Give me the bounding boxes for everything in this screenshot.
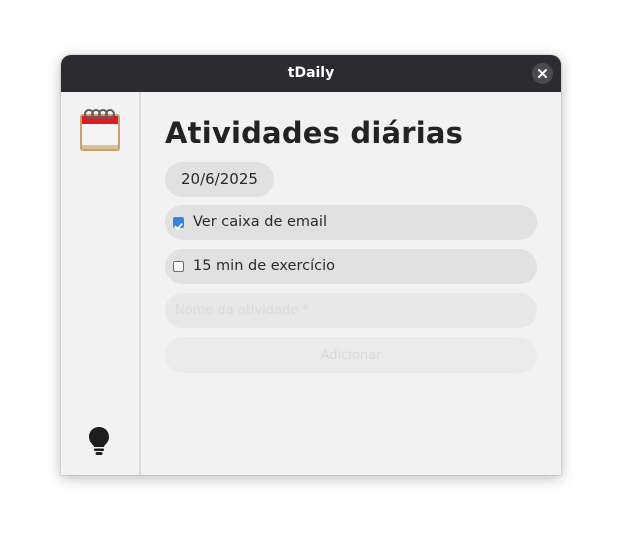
checkmark-icon bbox=[174, 223, 183, 230]
task-checkbox-checked[interactable] bbox=[173, 217, 184, 230]
page-title: Atividades diárias bbox=[165, 116, 464, 150]
task-row[interactable]: 15 min de exercício bbox=[165, 249, 537, 284]
task-checkbox-unchecked[interactable] bbox=[173, 261, 184, 272]
close-button[interactable] bbox=[532, 63, 553, 84]
title-bar[interactable]: tDaily bbox=[61, 55, 561, 92]
add-task-button[interactable]: Adicionar bbox=[165, 337, 537, 373]
main-content: Atividades diárias 20/6/2025 Ver caixa d… bbox=[141, 92, 561, 475]
sidebar bbox=[61, 92, 141, 475]
lightbulb-icon[interactable] bbox=[88, 426, 110, 456]
close-icon bbox=[538, 69, 547, 78]
window-title: tDaily bbox=[287, 65, 335, 81]
date-button[interactable]: 20/6/2025 bbox=[165, 162, 274, 197]
task-name-input[interactable] bbox=[165, 293, 537, 328]
task-row[interactable]: Ver caixa de email bbox=[165, 205, 537, 240]
task-label: Ver caixa de email bbox=[193, 214, 327, 230]
calendar-notepad-icon bbox=[80, 109, 120, 151]
task-label: 15 min de exercício bbox=[193, 258, 335, 274]
app-window: tDaily Atividades diárias 20/6/2025 Ver … bbox=[61, 55, 561, 475]
